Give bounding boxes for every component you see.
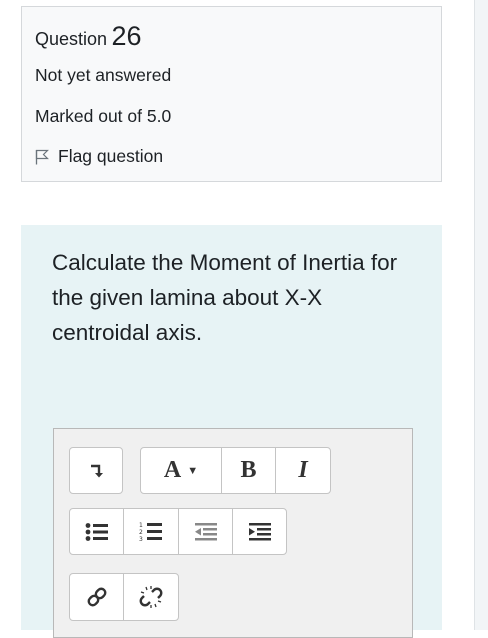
- svg-text:3: 3: [139, 536, 143, 543]
- svg-text:2: 2: [139, 529, 143, 536]
- question-text: Calculate the Moment of Inertia for the …: [52, 250, 398, 345]
- unlink-button[interactable]: [123, 573, 179, 621]
- ordered-list-icon: 1 2 3: [139, 522, 162, 543]
- question-state: Not yet answered: [35, 65, 172, 85]
- question-number: 26: [111, 21, 142, 51]
- answer-editor[interactable]: A ▼ B I 1 2 3: [53, 428, 413, 638]
- flag-question-label: Flag question: [58, 146, 164, 166]
- question-formulation: Calculate the Moment of Inertia for the …: [21, 225, 442, 638]
- flag-question-link[interactable]: Flag question: [35, 146, 163, 167]
- unlink-icon: [139, 586, 163, 608]
- outdent-button[interactable]: [178, 508, 233, 555]
- collapse-toolbar-button[interactable]: [69, 447, 123, 494]
- indent-button[interactable]: [232, 508, 287, 555]
- italic-icon: I: [298, 457, 308, 483]
- italic-button[interactable]: I: [275, 447, 331, 494]
- indent-icon: [248, 522, 271, 540]
- question-info-box: Question 26 Not yet answered Marked out …: [21, 6, 442, 182]
- unordered-list-icon: [85, 522, 108, 541]
- outdent-icon: [194, 522, 217, 540]
- collapse-icon: [91, 464, 103, 477]
- question-heading: Question 26: [35, 21, 142, 52]
- link-button[interactable]: [69, 573, 124, 621]
- question-label: Question: [35, 29, 108, 49]
- link-icon: [87, 587, 106, 607]
- bold-button[interactable]: B: [221, 447, 276, 494]
- right-scroll-strip: [474, 0, 488, 630]
- unordered-list-button[interactable]: [69, 508, 124, 555]
- font-style-icon: A: [163, 457, 182, 483]
- question-grade: Marked out of 5.0: [35, 106, 172, 126]
- font-style-button[interactable]: A ▼: [140, 447, 222, 494]
- chevron-down-icon: ▼: [187, 464, 199, 477]
- svg-text:1: 1: [139, 522, 143, 529]
- bold-icon: B: [240, 457, 257, 483]
- ordered-list-button[interactable]: 1 2 3: [123, 508, 179, 555]
- flag-icon: [35, 149, 49, 164]
